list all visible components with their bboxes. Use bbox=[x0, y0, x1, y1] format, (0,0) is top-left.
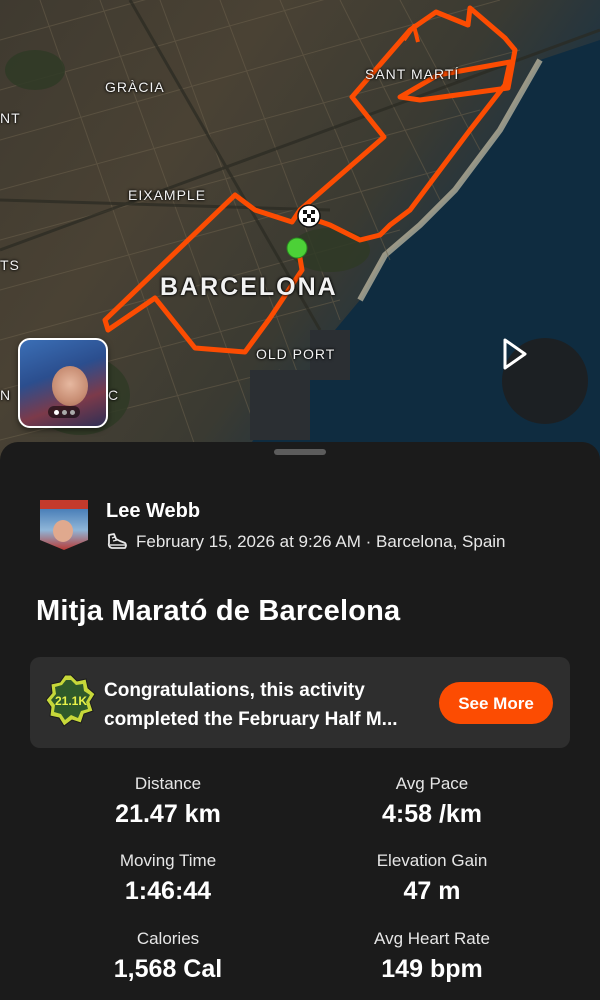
start-marker bbox=[286, 237, 308, 259]
stat-label: Avg Pace bbox=[395, 774, 469, 793]
stat-distance: Distance 21.47 km bbox=[18, 774, 318, 829]
stat-label: Avg Heart Rate bbox=[374, 929, 490, 948]
challenge-badge-icon: 21.1K bbox=[46, 674, 96, 727]
activity-date-location: February 15, 2026 at 9:26 AM · Barcelona… bbox=[136, 532, 506, 551]
map-label-edge-n: N bbox=[0, 387, 12, 403]
stat-calories: Calories 1,568 Cal bbox=[18, 929, 318, 984]
stat-label: Distance bbox=[134, 774, 202, 793]
stat-avg-pace: Avg Pace 4:58 /km bbox=[282, 774, 582, 829]
stat-moving-time: Moving Time 1:46:44 bbox=[18, 851, 318, 906]
route-direction-arrow bbox=[402, 24, 420, 43]
stat-elevation-gain: Elevation Gain 47 m bbox=[282, 851, 582, 906]
stat-label: Elevation Gain bbox=[376, 851, 488, 870]
photo-person bbox=[52, 366, 88, 406]
stat-value: 149 bpm bbox=[381, 955, 483, 983]
activity-map[interactable]: GRÀCIA SANT MARTÍ EIXAMPLE BARCELONA OLD… bbox=[0, 0, 600, 460]
challenge-message-line2: completed the February Half M... bbox=[104, 709, 398, 730]
play-icon bbox=[503, 338, 527, 370]
stat-value: 4:58 /km bbox=[381, 800, 483, 828]
challenge-card[interactable]: 21.1K Congratulations, this activity com… bbox=[30, 657, 570, 748]
map-label-edge-ts: TS bbox=[0, 257, 20, 273]
challenge-message-line1: Congratulations, this activity bbox=[104, 680, 365, 701]
map-label-sant-marti: SANT MARTÍ bbox=[365, 66, 460, 82]
avatar-face bbox=[53, 520, 73, 542]
map-label-barcelona: BARCELONA bbox=[160, 273, 338, 301]
checkered-flag-icon bbox=[297, 204, 321, 228]
photo-page-indicator bbox=[48, 406, 80, 418]
badge-text: 21.1K bbox=[55, 694, 87, 708]
challenge-message: Congratulations, this activity completed… bbox=[104, 676, 434, 734]
sheet-drag-handle[interactable] bbox=[274, 449, 326, 455]
activity-photo-thumbnail[interactable] bbox=[18, 338, 108, 428]
map-label-eixample: EIXAMPLE bbox=[128, 187, 207, 203]
athlete-name[interactable]: Lee Webb bbox=[106, 500, 200, 523]
map-label-edge-c: C bbox=[108, 387, 120, 403]
play-flyover-button[interactable] bbox=[502, 338, 588, 424]
activity-details-sheet: Lee Webb February 15, 2026 at 9:26 AM · … bbox=[0, 442, 600, 1000]
map-label-gracia: GRÀCIA bbox=[105, 79, 165, 95]
see-more-button[interactable]: See More bbox=[439, 682, 553, 724]
map-label-edge-nt: NT bbox=[0, 110, 21, 126]
stat-value: 1:46:44 bbox=[124, 877, 212, 905]
stat-value: 1,568 Cal bbox=[113, 955, 223, 983]
stat-value: 47 m bbox=[403, 877, 461, 905]
avatar[interactable] bbox=[40, 500, 88, 550]
activity-title: Mitja Marató de Barcelona bbox=[36, 595, 401, 627]
stat-label: Calories bbox=[136, 929, 200, 948]
running-shoe-icon bbox=[107, 533, 127, 549]
map-label-old-port: OLD PORT bbox=[256, 346, 336, 362]
activity-meta: February 15, 2026 at 9:26 AM · Barcelona… bbox=[106, 532, 506, 552]
stat-value: 21.47 km bbox=[115, 800, 221, 828]
stat-avg-heart-rate: Avg Heart Rate 149 bpm bbox=[282, 929, 582, 984]
stat-label: Moving Time bbox=[119, 851, 217, 870]
